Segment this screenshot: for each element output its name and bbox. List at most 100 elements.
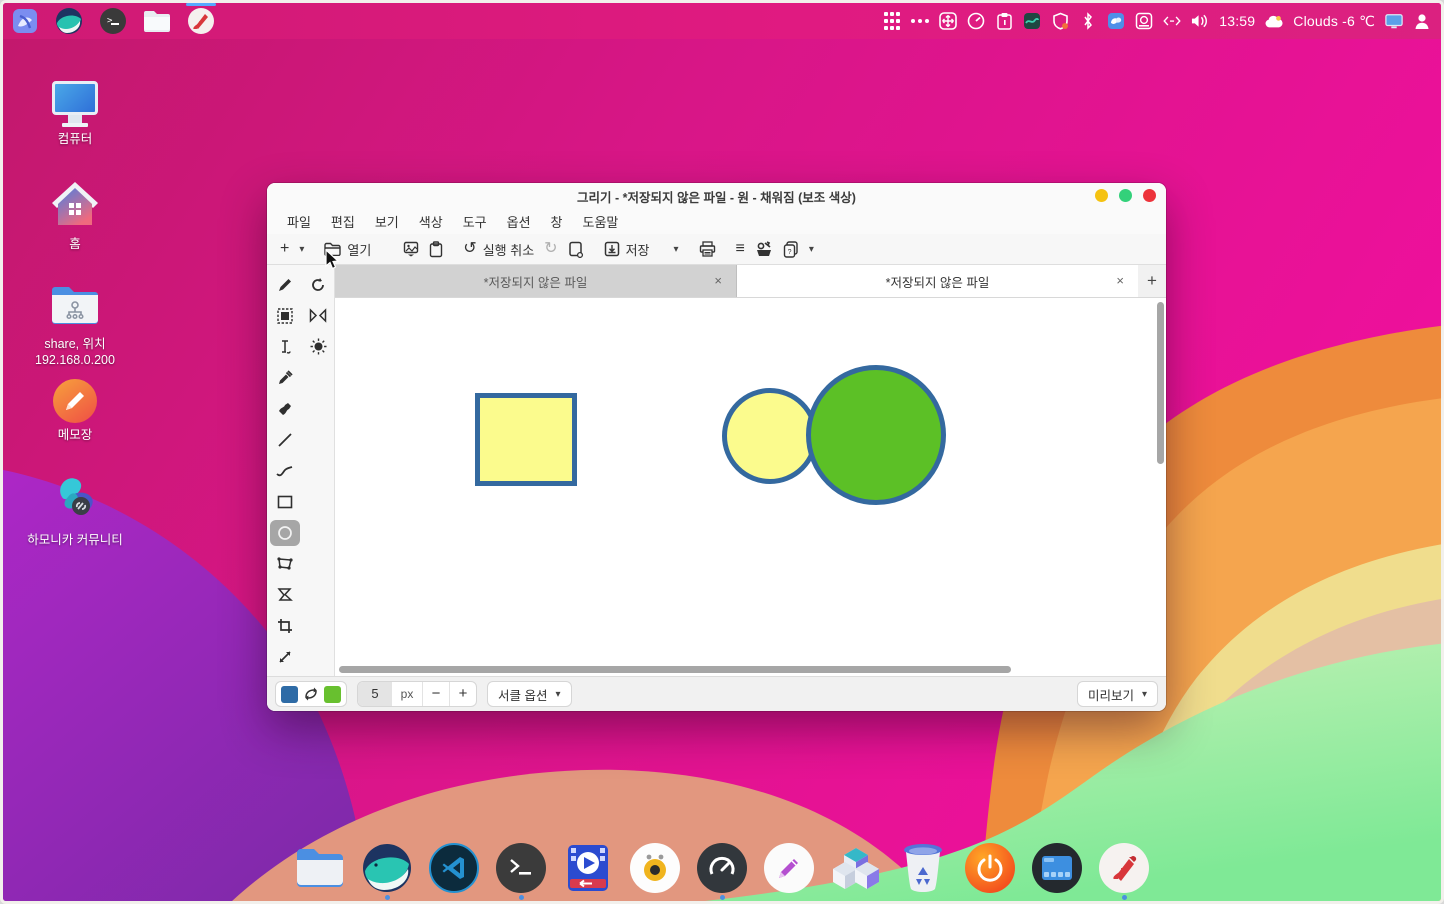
- drawing-app-icon[interactable]: [187, 7, 215, 35]
- tool-pencil[interactable]: [270, 272, 300, 298]
- gauge-icon[interactable]: [967, 12, 985, 30]
- dock-file-manager[interactable]: [294, 842, 346, 894]
- tool-circle[interactable]: [270, 520, 300, 546]
- paste-button[interactable]: [424, 239, 448, 260]
- tool-freeshape[interactable]: [270, 582, 300, 608]
- desktop-icon-notepad[interactable]: 메모장: [15, 379, 135, 444]
- export-button[interactable]: [563, 239, 589, 260]
- menu-window[interactable]: 창: [541, 209, 573, 234]
- dock-drawing-app[interactable]: [1098, 842, 1150, 894]
- tool-fill[interactable]: [270, 396, 300, 422]
- swap-colors-icon[interactable]: [303, 686, 319, 702]
- panel-status-area: 13:59 Clouds -6 ℃: [883, 12, 1441, 30]
- overflow-dots-icon[interactable]: [911, 12, 929, 30]
- messenger-icon[interactable]: [1107, 12, 1125, 30]
- pencil-icon: [277, 277, 293, 293]
- menu-options[interactable]: 옵션: [497, 209, 541, 234]
- tool-text[interactable]: [270, 334, 300, 360]
- tools-button[interactable]: [750, 239, 778, 259]
- horizontal-scrollbar[interactable]: [339, 666, 1011, 673]
- dock-power[interactable]: [964, 842, 1016, 894]
- redo-button[interactable]: ↻: [539, 239, 562, 259]
- properties-button[interactable]: ≡: [731, 239, 750, 259]
- clock[interactable]: 13:59: [1219, 13, 1255, 29]
- reload-image-button[interactable]: [398, 239, 424, 259]
- tab-close-icon[interactable]: ×: [714, 273, 722, 288]
- desktop-icon-share[interactable]: share, 위치 192.168.0.200: [15, 283, 135, 368]
- user-icon[interactable]: [1413, 12, 1431, 30]
- desktop-icon-community[interactable]: 하모니카 커뮤니티: [15, 471, 135, 549]
- dock-trash[interactable]: [897, 842, 949, 894]
- dock-media-recorder[interactable]: [629, 842, 681, 894]
- tool-color-picker[interactable]: [270, 365, 300, 391]
- tool-crop[interactable]: [270, 613, 300, 639]
- tab-unsaved-2[interactable]: *저장되지 않은 파일 ×: [737, 265, 1138, 297]
- print-button[interactable]: [694, 239, 721, 259]
- menu-help[interactable]: 도움말: [573, 209, 629, 234]
- tool-scale[interactable]: [270, 644, 300, 670]
- terminal-icon[interactable]: >: [99, 7, 127, 35]
- maximize-button[interactable]: [1119, 189, 1132, 202]
- save-button[interactable]: 저장: [599, 238, 655, 261]
- tool-rotate[interactable]: [303, 272, 333, 298]
- network-icon[interactable]: [1163, 12, 1181, 30]
- shield-icon[interactable]: [1051, 12, 1069, 30]
- dock-video-downloader[interactable]: [562, 842, 614, 894]
- whale-browser-icon[interactable]: [55, 7, 83, 35]
- clipboard-icon[interactable]: [995, 12, 1013, 30]
- tool-brightness[interactable]: [303, 334, 333, 360]
- tool-rectangle[interactable]: [270, 489, 300, 515]
- secondary-color-swatch[interactable]: [324, 686, 341, 703]
- decrease-width-button[interactable]: −: [422, 682, 449, 706]
- scanner-icon[interactable]: [1135, 12, 1153, 30]
- increase-width-button[interactable]: +: [449, 682, 476, 706]
- menu-edit[interactable]: 편집: [321, 209, 365, 234]
- preview-dropdown[interactable]: 미리보기 ▾: [1077, 681, 1158, 707]
- menu-view[interactable]: 보기: [365, 209, 409, 234]
- move-icon[interactable]: [939, 12, 957, 30]
- primary-color-swatch[interactable]: [281, 686, 298, 703]
- weather-text[interactable]: Clouds -6 ℃: [1293, 13, 1375, 30]
- line-width-value[interactable]: 5: [358, 682, 392, 706]
- menu-file[interactable]: 파일: [277, 209, 321, 234]
- desktop-icon-home[interactable]: 홈: [15, 179, 135, 253]
- toolbar-overflow-button[interactable]: ▾: [804, 242, 819, 257]
- minimize-button[interactable]: [1095, 189, 1108, 202]
- drawing-canvas[interactable]: [335, 298, 1166, 676]
- dock-package-manager[interactable]: [830, 842, 882, 894]
- dock-display-settings[interactable]: [1031, 842, 1083, 894]
- tool-polygon[interactable]: [270, 551, 300, 577]
- tool-select[interactable]: [270, 303, 300, 329]
- circle-options-dropdown[interactable]: 서클 옵션 ▾: [487, 681, 572, 707]
- new-tab-button[interactable]: +: [1138, 265, 1166, 297]
- tab-unsaved-1[interactable]: *저장되지 않은 파일 ×: [335, 265, 737, 297]
- desktop-icon-computer[interactable]: 컴퓨터: [15, 81, 135, 148]
- bluetooth-icon[interactable]: [1079, 12, 1097, 30]
- dock-whale-browser[interactable]: [361, 842, 413, 894]
- new-image-menu-button[interactable]: ▾: [294, 242, 309, 257]
- desktop-icon-label: 컴퓨터: [58, 132, 93, 148]
- display-icon[interactable]: [1385, 12, 1403, 30]
- close-button[interactable]: [1143, 189, 1156, 202]
- file-manager-icon[interactable]: [143, 7, 171, 35]
- app-grid-icon[interactable]: [883, 12, 901, 30]
- volume-icon[interactable]: [1191, 12, 1209, 30]
- new-image-button[interactable]: +: [275, 239, 294, 259]
- dock-system-monitor[interactable]: [696, 842, 748, 894]
- save-menu-button[interactable]: ▾: [668, 242, 683, 257]
- dock-vscode[interactable]: [428, 842, 480, 894]
- menu-colors[interactable]: 색상: [409, 209, 453, 234]
- menu-tools[interactable]: 도구: [453, 209, 497, 234]
- undo-button[interactable]: ↺ 실행 취소: [458, 238, 539, 261]
- tool-flip[interactable]: [303, 303, 333, 329]
- wave-app-icon[interactable]: [1023, 12, 1041, 30]
- hamonikr-menu-icon[interactable]: [11, 7, 39, 35]
- help-pages-button[interactable]: ,?: [778, 239, 804, 260]
- dock-terminal[interactable]: [495, 842, 547, 894]
- tool-curve[interactable]: [270, 458, 300, 484]
- dock-notes[interactable]: [763, 842, 815, 894]
- tab-close-icon[interactable]: ×: [1116, 273, 1124, 288]
- tool-line[interactable]: [270, 427, 300, 453]
- vertical-scrollbar[interactable]: [1157, 302, 1164, 464]
- titlebar[interactable]: 그리기 - *저장되지 않은 파일 - 원 - 채워짐 (보조 색상): [267, 183, 1166, 209]
